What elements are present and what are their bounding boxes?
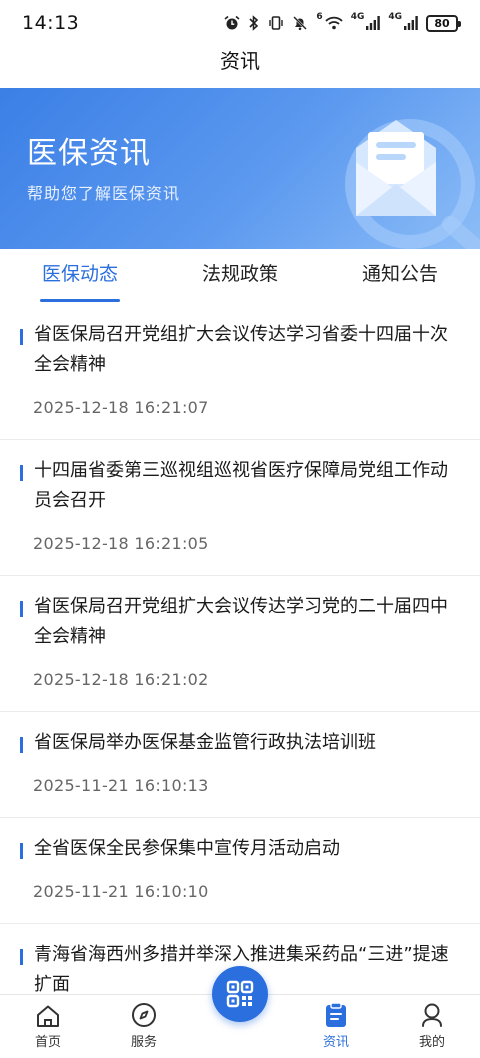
news-date: 2025-12-18 16:21:02 — [33, 670, 209, 689]
news-title: 省医保局召开党组扩大会议传达学习党的二十届四中全会精神 — [34, 596, 448, 647]
title-marker — [20, 737, 23, 753]
banner-title: 医保资讯 — [27, 136, 151, 171]
mute-icon — [293, 16, 308, 31]
profile-icon — [422, 1003, 442, 1027]
title-marker — [20, 843, 23, 859]
banner-subtitle: 帮助您了解医保资讯 — [27, 184, 181, 203]
news-date: 2025-12-18 16:21:05 — [33, 534, 209, 553]
nav-home-label: 首页 — [34, 1035, 61, 1050]
qr-scan-icon — [226, 980, 254, 1008]
signal-icon — [366, 16, 381, 30]
nav-home[interactable]: 首页 — [0, 995, 96, 1058]
signal-label-1: 4G — [350, 12, 365, 22]
news-item[interactable]: 省医保局举办医保基金监管行政执法培训班 2025-11-21 16:10:13 — [0, 712, 480, 818]
news-date: 2025-12-18 16:21:07 — [33, 398, 209, 417]
news-icon — [326, 1002, 346, 1027]
home-icon — [37, 1005, 59, 1027]
news-list: 省医保局召开党组扩大会议传达学习省委十四届十次全会精神 2025-12-18 1… — [0, 304, 480, 994]
status-bar: 14:13 6 4G 4G 80 — [0, 0, 480, 46]
signal-label-2: 4G — [388, 12, 402, 22]
nav-news-label: 资讯 — [322, 1035, 349, 1050]
title-marker — [20, 329, 23, 345]
qr-scan-button[interactable] — [212, 966, 268, 1022]
nav-profile[interactable]: 我的 — [384, 995, 480, 1058]
banner: 医保资讯 帮助您了解医保资讯 — [0, 88, 480, 249]
title-marker — [20, 465, 23, 481]
tab-regulations[interactable]: 法规政策 — [160, 252, 320, 304]
tab-bar: 医保动态 法规政策 通知公告 — [0, 252, 480, 304]
nav-news[interactable]: 资讯 — [288, 995, 384, 1058]
news-item[interactable]: 省医保局召开党组扩大会议传达学习党的二十届四中全会精神 2025-12-18 1… — [0, 576, 480, 712]
tab-medical-news[interactable]: 医保动态 — [0, 252, 160, 304]
status-time: 14:13 — [22, 12, 80, 34]
compass-icon — [132, 1003, 156, 1027]
nav-services-label: 服务 — [130, 1035, 157, 1050]
page-title: 资讯 — [220, 49, 260, 73]
tab-notices[interactable]: 通知公告 — [320, 252, 480, 304]
news-item[interactable]: 全省医保全民参保集中宣传月活动启动 2025-11-21 16:10:10 — [0, 818, 480, 924]
battery-icon: 80 — [426, 14, 461, 32]
envelope-search-icon — [345, 119, 480, 249]
news-title: 十四届省委第三巡视组巡视省医疗保障局党组工作动员会召开 — [34, 460, 448, 511]
vibrate-icon — [269, 16, 284, 30]
title-marker — [20, 601, 23, 617]
signal-icon-2 — [404, 16, 418, 30]
wifi-label: 6 — [316, 12, 323, 22]
status-icons: 6 4G 4G 80 — [224, 12, 461, 32]
alarm-icon — [224, 15, 240, 30]
nav-services[interactable]: 服务 — [96, 995, 192, 1058]
news-item[interactable]: 省医保局召开党组扩大会议传达学习省委十四届十次全会精神 2025-12-18 1… — [0, 304, 480, 440]
bluetooth-icon — [249, 15, 259, 31]
news-item[interactable]: 十四届省委第三巡视组巡视省医疗保障局党组工作动员会召开 2025-12-18 1… — [0, 440, 480, 576]
news-date: 2025-11-21 16:10:10 — [33, 882, 209, 901]
title-marker — [20, 949, 23, 965]
nav-profile-label: 我的 — [418, 1035, 445, 1050]
battery-level: 80 — [434, 16, 450, 30]
news-title: 全省医保全民参保集中宣传月活动启动 — [34, 838, 340, 859]
news-title: 省医保局召开党组扩大会议传达学习省委十四届十次全会精神 — [34, 324, 448, 375]
news-title: 省医保局举办医保基金监管行政执法培训班 — [34, 732, 376, 753]
wifi-icon — [325, 16, 343, 30]
news-date: 2025-11-21 16:10:13 — [33, 776, 209, 795]
